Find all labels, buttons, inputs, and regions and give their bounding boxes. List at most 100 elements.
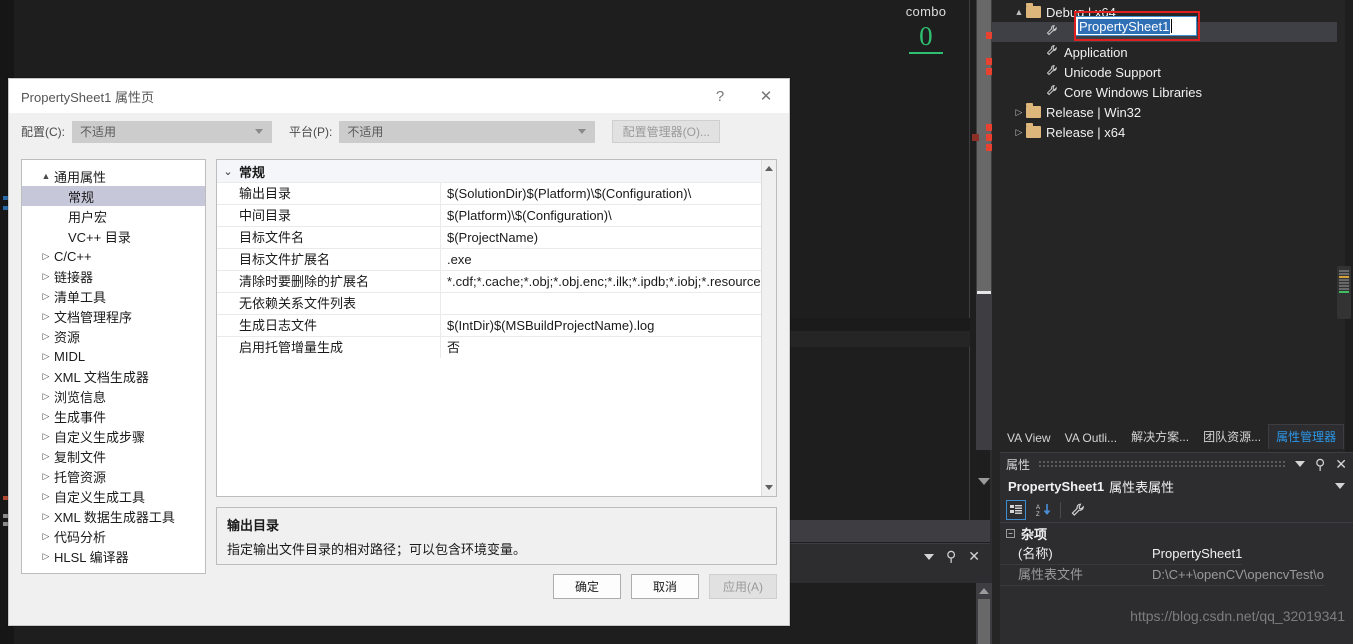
property-manager-tree[interactable]: ▲Debug | x64PropertySheet1ApplicationUni… [992, 0, 1337, 420]
dock-tab-inactive[interactable]: 解决方案... [1124, 425, 1196, 449]
dock-tab-active[interactable]: 属性管理器 [1268, 424, 1345, 449]
property-grid-scrollbar[interactable] [761, 160, 776, 496]
platform-combobox[interactable]: 不适用 [339, 120, 596, 143]
collapse-icon[interactable]: − [1006, 529, 1015, 538]
dialog-category-tree[interactable]: ▲ 通用属性 常规 用户宏 VC++ 目录 ▷ C/C++ ▷ 链接器 ▷ 清单工具 ▷ 文档管理程序 ▷… [21, 159, 206, 574]
property-grid-row-value[interactable]: $(ProjectName) [441, 227, 776, 248]
categorized-icon[interactable] [1006, 499, 1026, 520]
expander-collapse-icon[interactable]: ▲ [38, 171, 54, 181]
dialog-tree-item[interactable]: ▷ 清单工具 [22, 286, 205, 306]
property-grid-row-value[interactable]: $(IntDir)$(MSBuildProjectName).log [441, 315, 776, 336]
expander-expand-icon[interactable]: ▷ [38, 491, 54, 502]
properties-object-selector[interactable]: PropertySheet1 属性表属性 [1000, 475, 1353, 497]
property-grid-row-value[interactable]: 否 [441, 337, 776, 358]
property-pages-wrench-icon[interactable] [1068, 500, 1088, 520]
dialog-tree-item[interactable]: VC++ 目录 [22, 226, 205, 246]
property-grid-row[interactable]: 清除时要删除的扩展名 *.cdf;*.cache;*.obj;*.obj.enc;… [217, 270, 776, 292]
configuration-combobox[interactable]: 不适用 [72, 120, 272, 143]
dialog-tree-item[interactable]: ▷ 资源 [22, 326, 205, 346]
bottom-pane-scrollbar[interactable] [976, 583, 992, 644]
chevron-down-icon[interactable] [1335, 483, 1345, 489]
properties-row-value[interactable]: D:\C++\openCV\opencvTest\o [1152, 565, 1324, 586]
property-manager-tree-item[interactable]: Unicode Support [992, 62, 1337, 82]
dialog-tree-item[interactable]: 常规 [22, 186, 205, 206]
expander-expand-icon[interactable]: ▷ [1012, 127, 1026, 138]
dialog-tree-item[interactable]: ▲ 通用属性 [22, 166, 205, 186]
expander-expand-icon[interactable]: ▷ [38, 291, 54, 302]
property-grid-row[interactable]: 启用托管增量生成否 [217, 336, 776, 358]
property-grid-row[interactable]: 目标文件名 $(ProjectName) [217, 226, 776, 248]
dialog-tree-item[interactable]: ▷ C/C++ [22, 246, 205, 266]
properties-row[interactable]: 属性表文件 D:\C++\openCV\opencvTest\o [1000, 565, 1353, 586]
expander-expand-icon[interactable]: ▷ [1012, 107, 1026, 118]
dock-tab-inactive[interactable]: VA Outli... [1058, 428, 1124, 449]
expander-expand-icon[interactable]: ▷ [38, 251, 54, 262]
expander-expand-icon[interactable]: ▷ [38, 371, 54, 382]
dock-tab-strip[interactable]: VA View VA Outli... 解决方案... 团队资源... 属性管理器 [1000, 424, 1353, 449]
property-grid[interactable]: ⌄ 常规 输出目录 $(SolutionDir)$(Platform)\$(Con… [216, 159, 777, 497]
cancel-button[interactable]: 取消 [631, 574, 699, 599]
property-grid-row[interactable]: 目标文件扩展名 .exe [217, 248, 776, 270]
dialog-tree-item[interactable]: 用户宏 [22, 206, 205, 226]
dialog-tree-item[interactable]: ▷ 自定义生成工具 [22, 486, 205, 506]
expander-expand-icon[interactable]: ▷ [38, 331, 54, 342]
property-manager-tree-item[interactable]: Application [992, 42, 1337, 62]
scroll-up-arrow-icon[interactable] [765, 166, 773, 171]
expander-expand-icon[interactable]: ▷ [38, 411, 54, 422]
scroll-down-arrow-icon[interactable] [765, 485, 773, 490]
editor-minimap[interactable] [1337, 266, 1351, 319]
ok-button[interactable]: 确定 [553, 574, 621, 599]
expander-expand-icon[interactable]: ▷ [38, 551, 54, 562]
property-grid-row-value[interactable]: $(SolutionDir)$(Platform)\$(Configuratio… [441, 183, 776, 204]
property-manager-tree-item[interactable]: ▷ Release | Win32 [992, 102, 1337, 122]
dialog-tree-item[interactable]: ▷ 代码分析 [22, 526, 205, 546]
expander-expand-icon[interactable]: ▷ [38, 431, 54, 442]
dialog-tree-item[interactable]: ▷ 浏览信息 [22, 386, 205, 406]
close-icon[interactable]: ✕ [743, 79, 789, 113]
close-icon[interactable]: ✕ [968, 548, 980, 565]
configuration-manager-button[interactable]: 配置管理器(O)... [612, 120, 721, 143]
properties-row[interactable]: (名称) PropertySheet1 [1000, 544, 1353, 565]
dock-tab-inactive[interactable]: 团队资源... [1196, 425, 1268, 449]
dialog-tree-item[interactable]: ▷ 托管资源 [22, 466, 205, 486]
dialog-tree-item[interactable]: ▷ 链接器 [22, 266, 205, 286]
expander-expand-icon[interactable]: ▷ [38, 451, 54, 462]
properties-row-value[interactable]: PropertySheet1 [1152, 544, 1243, 565]
dialog-tree-item[interactable]: ▷ 文档管理程序 [22, 306, 205, 326]
tool-window-menu-icon[interactable] [924, 553, 934, 560]
property-grid-row-value[interactable]: .exe [441, 249, 776, 270]
property-grid-row[interactable]: 输出目录 $(SolutionDir)$(Platform)\$(Configur… [217, 182, 776, 204]
dialog-tree-item[interactable]: ▷ XML 数据生成器工具 [22, 506, 205, 526]
expander-expand-icon[interactable]: ▷ [38, 391, 54, 402]
properties-category-header[interactable]: − 杂项 [1000, 523, 1353, 544]
property-grid-row-value[interactable]: *.cdf;*.cache;*.obj;*.obj.enc;*.ilk;*.ip… [441, 271, 776, 292]
expander-expand-icon[interactable]: ▷ [38, 311, 54, 322]
expander-collapse-icon[interactable]: ▲ [1012, 7, 1026, 17]
dialog-tree-item[interactable]: ▷ 复制文件 [22, 446, 205, 466]
dialog-tree-item[interactable]: ▷ XML 文档生成器 [22, 366, 205, 386]
expander-expand-icon[interactable]: ▷ [38, 271, 54, 282]
error-marker-dim[interactable] [972, 134, 979, 141]
tool-window-drag-dots[interactable] [1038, 460, 1287, 468]
dialog-tree-item[interactable]: ▷ HLSL 编译器 [22, 546, 205, 566]
close-icon[interactable]: ✕ [1335, 456, 1347, 473]
property-grid-row-value[interactable]: $(Platform)\$(Configuration)\ [441, 205, 776, 226]
expander-expand-icon[interactable]: ▷ [38, 511, 54, 522]
alphabetical-sort-icon[interactable]: A Z [1033, 500, 1053, 520]
scroll-up-arrow-icon[interactable] [979, 588, 989, 594]
expander-expand-icon[interactable]: ▷ [38, 531, 54, 542]
expander-expand-icon[interactable]: ▷ [38, 351, 54, 362]
bottom-scrollbar-thumb[interactable] [978, 599, 990, 644]
rename-input[interactable]: PropertySheet1 [1075, 16, 1197, 36]
dialog-tree-item[interactable]: ▷ 自定义生成步骤 [22, 426, 205, 446]
property-manager-tree-item[interactable]: Core Windows Libraries [992, 82, 1337, 102]
dialog-tree-item[interactable]: ▷ 生成事件 [22, 406, 205, 426]
dialog-tree-item[interactable]: ▷ MIDL [22, 346, 205, 366]
property-grid-row[interactable]: 无依赖关系文件列表 [217, 292, 776, 314]
property-grid-row[interactable]: 生成日志文件 $(IntDir)$(MSBuildProjectName).log [217, 314, 776, 336]
scroll-down-arrow-icon[interactable] [978, 478, 990, 485]
apply-button[interactable]: 应用(A) [709, 574, 777, 599]
property-manager-tree-item[interactable]: ▷ Release | x64 [992, 122, 1337, 142]
property-grid-row[interactable]: 中间目录 $(Platform)\$(Configuration)\ [217, 204, 776, 226]
help-icon[interactable]: ? [697, 79, 743, 113]
